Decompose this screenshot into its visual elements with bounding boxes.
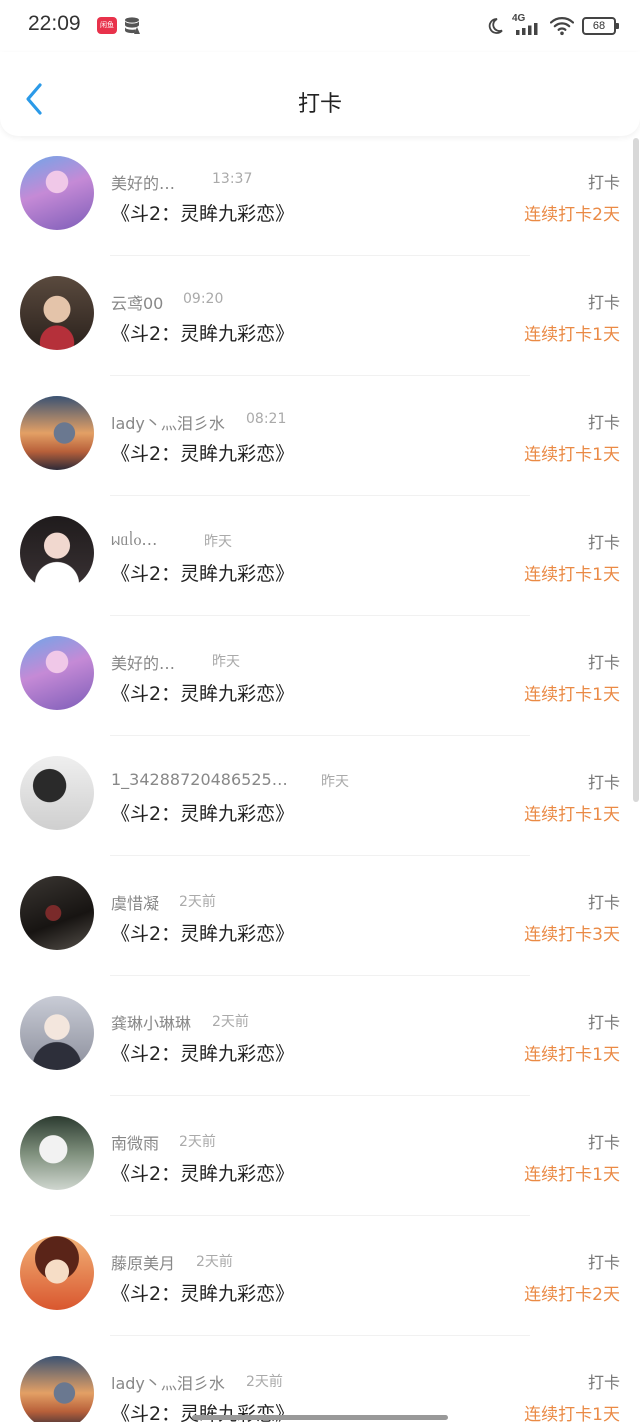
user-name[interactable]: 美好的… xyxy=(111,170,175,194)
avatar[interactable] xyxy=(20,636,94,710)
wifi-icon xyxy=(550,17,574,36)
user-name[interactable]: lady丶灬泪彡水 xyxy=(111,410,225,434)
status-icons: 4G 68 xyxy=(486,13,619,38)
book-title[interactable]: 《斗2：灵眸九彩恋》 xyxy=(111,799,294,826)
checkin-label: 打卡 xyxy=(587,173,620,192)
feed-item[interactable]: ᥕᥲᥣ᧐… 昨天《斗2：灵眸九彩恋》 打卡连续打卡1天 xyxy=(0,496,640,616)
database-icon xyxy=(125,17,140,34)
post-time: 2天前 xyxy=(246,1374,283,1390)
feed-item[interactable]: 美好的… 昨天《斗2：灵眸九彩恋》 打卡连续打卡1天 xyxy=(0,616,640,736)
streak-badge: 连续打卡1天 xyxy=(524,685,620,705)
book-title[interactable]: 《斗2：灵眸九彩恋》 xyxy=(111,1159,294,1186)
feed-item[interactable]: 南微雨 2天前《斗2：灵眸九彩恋》 打卡连续打卡1天 xyxy=(0,1096,640,1216)
feed-item[interactable]: 云鸢00 09:20 《斗2：灵眸九彩恋》 打卡连续打卡1天 xyxy=(0,256,640,376)
post-time: 2天前 xyxy=(196,1254,233,1270)
post-time: 2天前 xyxy=(212,1014,249,1030)
post-time: 昨天 xyxy=(321,774,349,790)
streak-badge: 连续打卡2天 xyxy=(524,1285,620,1305)
streak-badge: 连续打卡3天 xyxy=(524,925,620,945)
streak-badge: 连续打卡1天 xyxy=(524,1165,620,1185)
streak-badge: 连续打卡2天 xyxy=(524,205,620,225)
post-time: 昨天 xyxy=(204,534,232,550)
user-name[interactable]: lady丶灬泪彡水 xyxy=(111,1370,225,1394)
post-time: 08:21 xyxy=(246,411,287,427)
post-time: 09:20 xyxy=(183,291,224,307)
home-indicator[interactable] xyxy=(192,1415,448,1420)
status-bar: 22:09 闲鱼 4G 68 xyxy=(0,0,640,52)
user-name[interactable]: 1_34288720486525… xyxy=(111,770,288,789)
feed-item[interactable]: 藤原美月 2天前《斗2：灵眸九彩恋》 打卡连续打卡2天 xyxy=(0,1216,640,1336)
red-app-icon: 闲鱼 xyxy=(97,17,117,34)
user-name[interactable]: 藤原美月 xyxy=(111,1250,175,1274)
feed-item[interactable]: 1_34288720486525… 昨天《斗2：灵眸九彩恋》 打卡连续打卡1天 xyxy=(0,736,640,856)
avatar[interactable] xyxy=(20,396,94,470)
avatar[interactable] xyxy=(20,1116,94,1190)
checkin-label: 打卡 xyxy=(587,533,620,552)
post-time: 2天前 xyxy=(179,1134,216,1150)
feed-item[interactable]: 美好的… 13:37 《斗2：灵眸九彩恋》 打卡连续打卡2天 xyxy=(0,136,640,256)
streak-badge: 连续打卡1天 xyxy=(524,805,620,825)
streak-badge: 连续打卡1天 xyxy=(524,1045,620,1065)
book-title[interactable]: 《斗2：灵眸九彩恋》 xyxy=(111,439,294,466)
streak-badge: 连续打卡1天 xyxy=(524,445,620,465)
checkin-label: 打卡 xyxy=(587,1373,620,1392)
user-name[interactable]: 龚琳小琳琳 xyxy=(111,1010,191,1034)
avatar[interactable] xyxy=(20,516,94,590)
scrollbar[interactable] xyxy=(633,138,639,802)
streak-badge: 连续打卡1天 xyxy=(524,565,620,585)
book-title[interactable]: 《斗2：灵眸九彩恋》 xyxy=(111,679,294,706)
user-name[interactable]: 美好的… xyxy=(111,650,175,674)
feed-item[interactable]: 龚琳小琳琳 2天前《斗2：灵眸九彩恋》 打卡连续打卡1天 xyxy=(0,976,640,1096)
user-name[interactable]: 虞惜凝 xyxy=(111,890,159,914)
avatar[interactable] xyxy=(20,876,94,950)
checkin-feed: 美好的… 13:37 《斗2：灵眸九彩恋》 打卡 连续打卡2天 云鸢00 09:20 《斗2：… xyxy=(0,136,640,1422)
avatar[interactable] xyxy=(20,756,94,830)
checkin-label: 打卡 xyxy=(587,1133,620,1152)
book-title[interactable]: 《斗2：灵眸九彩恋》 xyxy=(111,1039,294,1066)
page-title: 打卡 xyxy=(297,92,342,117)
user-name[interactable]: ᥕᥲᥣ᧐… xyxy=(111,530,157,550)
post-time: 2天前 xyxy=(179,894,216,910)
book-title[interactable]: 《斗2：灵眸九彩恋》 xyxy=(111,919,294,946)
avatar[interactable] xyxy=(20,1236,94,1310)
user-name[interactable]: 云鸢00 xyxy=(111,290,163,314)
post-time: 13:37 xyxy=(212,171,253,187)
post-time: 昨天 xyxy=(212,654,240,670)
avatar[interactable] xyxy=(20,156,94,230)
nav-bar: 打卡 xyxy=(0,52,640,136)
checkin-label: 打卡 xyxy=(587,893,620,912)
checkin-label: 打卡 xyxy=(587,1253,620,1272)
book-title[interactable]: 《斗2：灵眸九彩恋》 xyxy=(111,319,294,346)
moon-icon xyxy=(488,18,503,34)
checkin-label: 打卡 xyxy=(587,413,620,432)
feed-item[interactable]: lady丶灬泪彡水 08:21 《斗2：灵眸九彩恋》 打卡连续打卡1天 xyxy=(0,376,640,496)
checkin-label: 打卡 xyxy=(587,1013,620,1032)
avatar[interactable] xyxy=(20,1356,94,1422)
streak-badge: 连续打卡1天 xyxy=(524,1405,620,1422)
book-title[interactable]: 《斗2：灵眸九彩恋》 xyxy=(111,559,294,586)
feed-item[interactable]: 虞惜凝 2天前《斗2：灵眸九彩恋》 打卡连续打卡3天 xyxy=(0,856,640,976)
feed-item[interactable]: lady丶灬泪彡水 2天前 《斗2：灵眸九彩恋》 打卡 连续打卡1天 xyxy=(0,1336,640,1422)
avatar[interactable] xyxy=(20,276,94,350)
checkin-label: 打卡 xyxy=(587,653,620,672)
signal-icon: 4G xyxy=(512,13,542,37)
checkin-label: 打卡 xyxy=(587,293,620,312)
checkin-label: 打卡 xyxy=(587,773,620,792)
book-title[interactable]: 《斗2：灵眸九彩恋》 xyxy=(111,199,294,226)
book-title[interactable]: 《斗2：灵眸九彩恋》 xyxy=(111,1279,294,1306)
streak-badge: 连续打卡1天 xyxy=(524,325,620,345)
avatar[interactable] xyxy=(20,996,94,1070)
battery-icon: 68 xyxy=(582,17,619,35)
status-time: 22:09 xyxy=(28,12,81,35)
user-name[interactable]: 南微雨 xyxy=(111,1130,159,1154)
